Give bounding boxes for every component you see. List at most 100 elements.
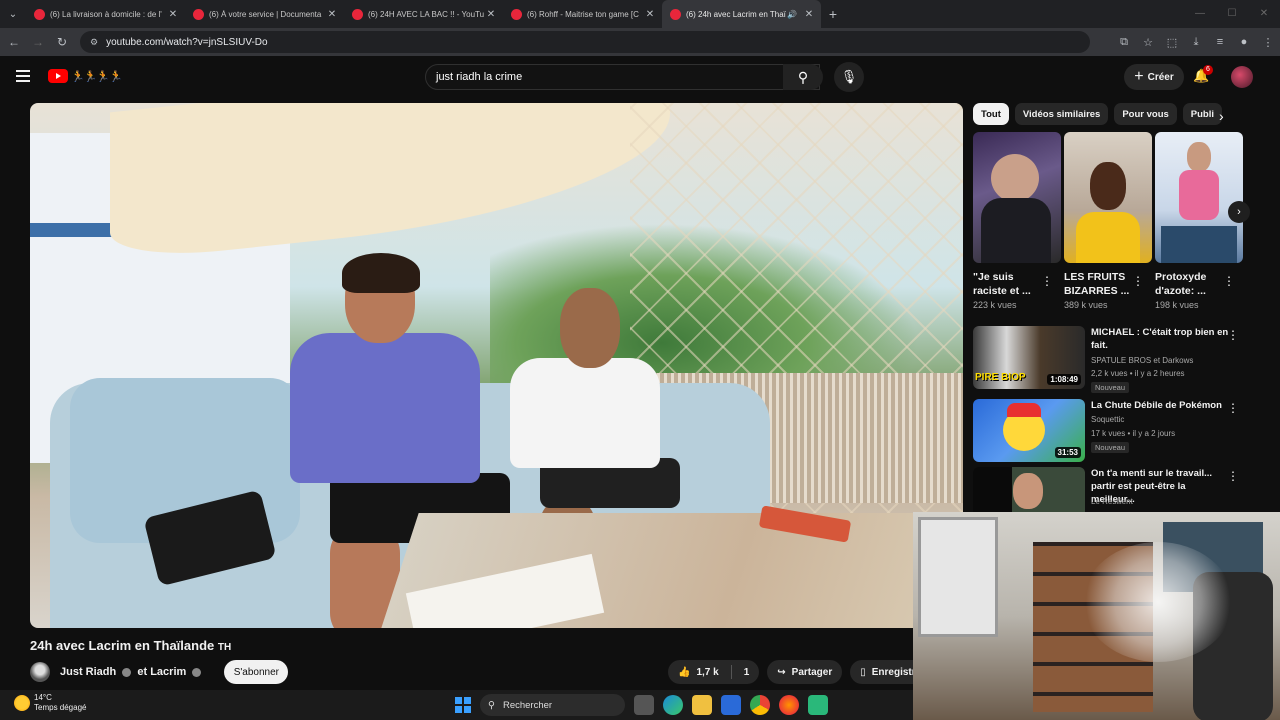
short-card[interactable]: Protoxyde d'azote: ... 198 k vues ⋮ xyxy=(1155,132,1243,310)
channel-names[interactable]: Just Riadh et Lacrim xyxy=(60,666,204,678)
short-card[interactable]: "Je suis raciste et ... 223 k vues ⋮ xyxy=(973,132,1061,310)
tab-close-icon[interactable]: ✕ xyxy=(485,9,497,20)
browser-tab[interactable]: (6) Rohff - Maitrise ton game [C ✕ xyxy=(503,0,662,28)
verified-icon xyxy=(122,667,132,677)
minimize-icon[interactable]: — xyxy=(1184,0,1216,28)
maximize-icon[interactable]: ☐ xyxy=(1216,0,1248,28)
extensions-icon[interactable]: ⬚ xyxy=(1160,36,1184,49)
chip-similar[interactable]: Vidéos similaires xyxy=(1014,103,1109,125)
install-icon[interactable]: ⧉ xyxy=(1112,36,1136,49)
channel-name[interactable]: Just Riadh xyxy=(60,666,116,678)
weather-widget[interactable]: 14°C Temps dégagé xyxy=(14,693,86,713)
more-options-icon[interactable]: ⋮ xyxy=(1041,274,1053,288)
tab-close-icon[interactable]: ✕ xyxy=(803,9,815,20)
short-title[interactable]: Protoxyde d'azote: ... xyxy=(1155,270,1225,298)
media-control-icon[interactable]: ≡ xyxy=(1208,36,1232,49)
new-tab-icon[interactable]: + xyxy=(821,6,845,22)
search-input[interactable]: just riadh la crime ✕ xyxy=(425,64,820,90)
more-options-icon[interactable]: ⋮ xyxy=(1132,274,1144,288)
more-menu-icon[interactable]: ⋮ xyxy=(1256,36,1280,49)
audio-playing-icon[interactable]: 🔊 xyxy=(787,10,797,19)
close-window-icon[interactable]: ✕ xyxy=(1248,0,1280,28)
video-meta: 17 k vues • il y a 2 jours xyxy=(1091,429,1176,438)
webcam-overlay xyxy=(913,512,1280,720)
tab-close-icon[interactable]: ✕ xyxy=(167,9,179,20)
app-icon[interactable] xyxy=(808,695,828,715)
verified-icon xyxy=(192,667,202,677)
like-count[interactable]: 1,7 k xyxy=(696,667,718,678)
video-channel[interactable]: Soquettic xyxy=(1091,415,1124,424)
account-avatar[interactable] xyxy=(1231,66,1253,88)
recommended-video[interactable]: 31:53 La Chute Débile de Pokémon Soquett… xyxy=(973,399,1243,463)
reload-icon[interactable]: ↻ xyxy=(50,35,74,49)
back-icon[interactable]: ← xyxy=(2,35,26,49)
recommended-video[interactable]: PIRE BIOP 1:08:49 MICHAEL : C'était trop… xyxy=(973,326,1243,393)
thumbnail-caption: PIRE BIOP xyxy=(975,372,1026,383)
share-icon: ↪ xyxy=(777,666,786,678)
chip-all[interactable]: Tout xyxy=(973,103,1009,125)
chip-for-you[interactable]: Pour vous xyxy=(1114,103,1177,125)
file-explorer-icon[interactable] xyxy=(692,695,712,715)
subscribe-button[interactable]: S'abonner xyxy=(224,660,289,684)
short-thumbnail[interactable] xyxy=(1064,132,1152,263)
task-view-icon[interactable] xyxy=(634,695,654,715)
browser-tab[interactable]: (6) 24H AVEC LA BAC !! - YouTu ✕ xyxy=(344,0,503,28)
more-options-icon[interactable]: ⋮ xyxy=(1227,328,1239,342)
share-label: Partager xyxy=(791,666,833,678)
site-info-icon[interactable]: ⚙ xyxy=(90,37,98,48)
short-card[interactable]: LES FRUITS BIZARRES ... 389 k vues ⋮ xyxy=(1064,132,1152,310)
video-channel[interactable]: Le Résilient xyxy=(1091,497,1133,506)
share-button[interactable]: ↪ Partager xyxy=(767,660,843,684)
video-title[interactable]: MICHAEL : C'était trop bien en fait. xyxy=(1091,326,1229,352)
chevron-right-icon: › xyxy=(1237,206,1241,218)
downloads-icon[interactable]: ⤓ xyxy=(1184,36,1208,49)
hamburger-menu-icon[interactable] xyxy=(16,70,30,82)
bookmark-star-icon[interactable]: ☆ xyxy=(1136,36,1160,49)
channel-avatar[interactable] xyxy=(30,662,50,682)
subscribe-label: S'abonner xyxy=(233,666,279,678)
more-options-icon[interactable]: ⋮ xyxy=(1227,401,1239,415)
taskbar-search[interactable]: ⚲ Rechercher xyxy=(480,694,625,716)
like-icon[interactable]: 👍 xyxy=(678,667,690,678)
video-channel[interactable]: SPATULE BROS et Darkows xyxy=(1091,356,1193,365)
more-options-icon[interactable]: ⋮ xyxy=(1227,469,1239,483)
tab-close-icon[interactable]: ✕ xyxy=(644,9,656,20)
video-thumbnail[interactable]: 31:53 xyxy=(973,399,1085,462)
tab-list-icon[interactable]: ⌄ xyxy=(0,0,26,28)
browser-tab-active[interactable]: (6) 24h avec Lacrim en Thaï 🔊 ✕ xyxy=(662,0,821,28)
url-bar[interactable]: ⚙ youtube.com/watch?v=jnSLSIUV-Do xyxy=(80,31,1090,53)
short-title[interactable]: "Je suis raciste et ... xyxy=(973,270,1043,298)
video-thumbnail[interactable]: PIRE BIOP 1:08:49 xyxy=(973,326,1085,389)
create-button[interactable]: + Créer xyxy=(1124,64,1184,90)
chevron-right-icon[interactable]: › xyxy=(1219,108,1224,124)
chrome-icon[interactable] xyxy=(750,695,770,715)
create-label: Créer xyxy=(1147,71,1174,83)
shorts-next-button[interactable]: › xyxy=(1228,201,1250,223)
dislike-count[interactable]: 1 xyxy=(744,667,750,678)
youtube-favicon-icon xyxy=(34,8,45,20)
doodle-figures-icon: 🏃🏃🏃🏃 xyxy=(71,70,123,83)
chip-published[interactable]: Publi xyxy=(1182,103,1223,125)
video-player[interactable] xyxy=(30,103,963,628)
edge-icon[interactable] xyxy=(663,695,683,715)
voice-search-button[interactable]: 🎙 xyxy=(834,62,864,92)
store-icon[interactable] xyxy=(721,695,741,715)
firefox-icon[interactable] xyxy=(779,695,799,715)
short-thumbnail[interactable] xyxy=(1155,132,1243,263)
browser-tab[interactable]: (6) À votre service | Documenta ✕ xyxy=(185,0,344,28)
forward-icon[interactable]: → xyxy=(26,35,50,49)
collab-channel-name[interactable]: Lacrim xyxy=(150,666,186,678)
youtube-logo[interactable]: 🏃🏃🏃🏃 xyxy=(48,69,123,83)
youtube-favicon-icon xyxy=(352,8,363,20)
collab-conjunction: et xyxy=(137,666,148,678)
profile-icon[interactable]: ● xyxy=(1232,36,1256,49)
short-title[interactable]: LES FRUITS BIZARRES ... xyxy=(1064,270,1134,298)
more-options-icon[interactable]: ⋮ xyxy=(1223,274,1235,288)
search-button[interactable]: ⚲ xyxy=(783,64,823,90)
windows-start-icon[interactable] xyxy=(455,697,471,713)
tab-close-icon[interactable]: ✕ xyxy=(326,9,338,20)
notifications-button[interactable]: 🔔 6 xyxy=(1193,65,1213,86)
browser-tab[interactable]: (6) La livraison à domicile : de l' ✕ xyxy=(26,0,185,28)
short-thumbnail[interactable] xyxy=(973,132,1061,263)
video-title[interactable]: La Chute Débile de Pokémon xyxy=(1091,399,1229,412)
